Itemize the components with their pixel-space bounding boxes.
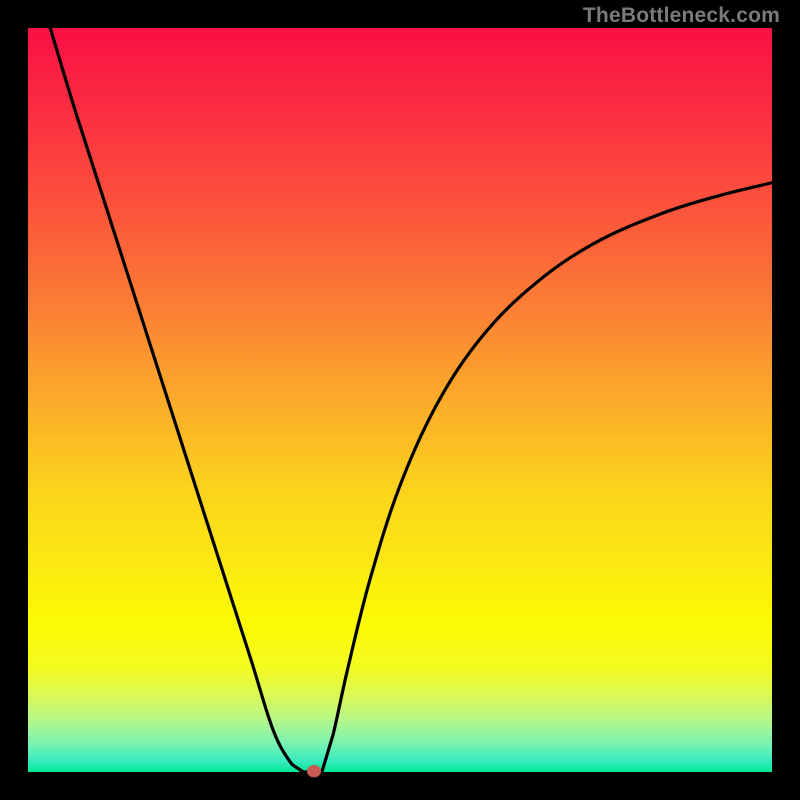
watermark-label: TheBottleneck.com xyxy=(583,4,780,28)
gradient-background xyxy=(28,28,772,772)
chart-frame: TheBottleneck.com xyxy=(0,0,800,800)
plot-area xyxy=(28,28,772,772)
chart-svg xyxy=(28,28,772,772)
optimal-point-marker xyxy=(307,765,321,777)
